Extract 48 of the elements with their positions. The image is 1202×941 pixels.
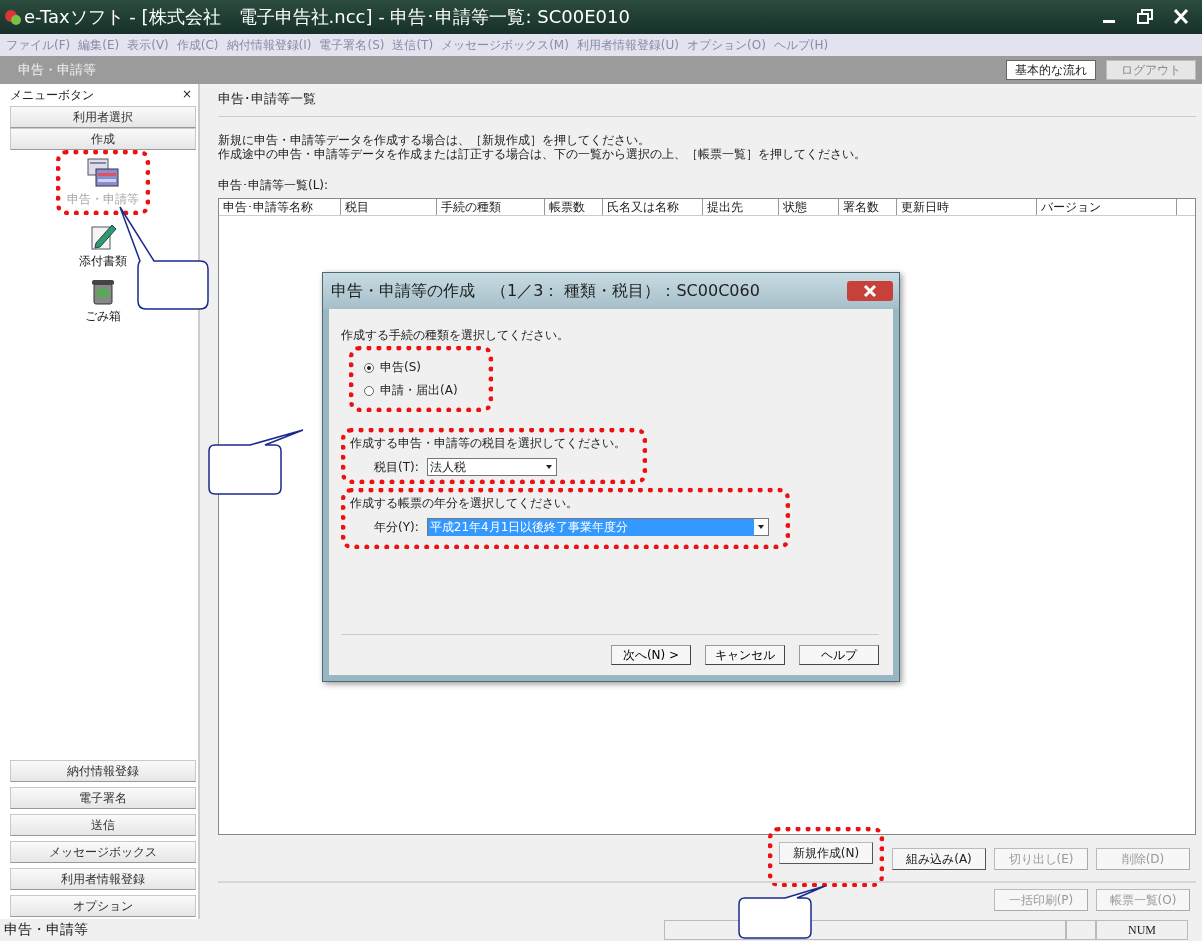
tax-dropdown[interactable]: 法人税 (426, 458, 557, 476)
section-title: 申告・申請等 (18, 61, 96, 79)
num-lock-indicator: NUM (1096, 920, 1188, 940)
status-text: 申告・申請等 (3, 921, 89, 939)
action-button[interactable]: 新規作成(N) (779, 842, 873, 864)
column-header[interactable]: 手続の種類 (437, 199, 545, 215)
menu-button[interactable]: メッセージボックス (10, 841, 196, 863)
app-icon (4, 8, 22, 26)
instruction-text: 作成途中の申告・申請等データを作成または訂正する場合は、下の一覧から選択の上、［帳票一覧］を押してください。 (218, 147, 867, 161)
field-label: 年分(Y): (374, 518, 419, 536)
forms-icon[interactable] (86, 157, 120, 189)
menu-button[interactable]: 納付情報登録 (10, 760, 196, 782)
column-header[interactable]: 署名数 (839, 199, 897, 215)
prompt-text: 作成する申告・申請等の税目を選択してください。 (350, 435, 626, 452)
prompt-text: 作成する帳票の年分を選択してください。 (350, 495, 579, 512)
menu-button[interactable]: 利用者情報登録 (10, 868, 196, 890)
column-header[interactable]: 帳票数 (545, 199, 603, 215)
column-header[interactable]: バージョン (1037, 199, 1177, 215)
dialog-button[interactable]: 次へ(N) > (611, 645, 691, 665)
column-header[interactable]: 更新日時 (897, 199, 1037, 215)
dialog-title: 申告・申請等の作成 （1／3： 種類・税目）：SC00C060 (331, 280, 760, 302)
close-button[interactable]: × (181, 87, 192, 104)
menu-button[interactable]: 利用者選択 (10, 106, 196, 128)
menu-button[interactable]: 作成 (10, 128, 196, 150)
column-header[interactable]: 提出先 (703, 199, 779, 215)
field-label: 税目(T): (374, 458, 419, 476)
column-header[interactable]: 氏名又は名称 (603, 199, 703, 215)
action-button[interactable]: 組み込み(A) (892, 848, 986, 870)
menu-button[interactable]: オプション (10, 895, 196, 917)
radio-option[interactable]: 申請・届出(A) (364, 382, 458, 399)
prompt-text: 作成する手続の種類を選択してください。 (341, 327, 570, 344)
column-header[interactable]: 申告･申請等名称 (219, 199, 341, 215)
menu-button[interactable]: 送信 (10, 814, 196, 836)
menu-button[interactable]: 電子署名 (10, 787, 196, 809)
header-button[interactable]: 基本的な流れ (1006, 60, 1096, 80)
page-title: 申告･申請等一覧 (218, 90, 317, 108)
dialog-button[interactable]: キャンセル (705, 645, 785, 665)
sidebar-item[interactable]: ごみ箱 (85, 308, 121, 325)
sidebar-item[interactable]: 添付書類 (79, 253, 127, 270)
instruction-text: 新規に申告・申請等データを作成する場合は、［新規作成］を押してください。 (218, 133, 651, 147)
sidebar-title: メニューボタン (10, 87, 94, 104)
list-label: 申告･申請等一覧(L): (218, 177, 330, 194)
column-header[interactable]: 税目 (341, 199, 437, 215)
window-title: e-Taxソフト - [株式会社 電子申告社.ncc] - 申告･申請等一覧: SC00E010 (24, 5, 630, 29)
column-header[interactable]: 状態 (779, 199, 839, 215)
restore-icon[interactable] (1134, 7, 1156, 27)
radio-option[interactable]: 申告(S) (364, 359, 458, 376)
dialog-button[interactable]: ヘルプ (799, 645, 879, 665)
